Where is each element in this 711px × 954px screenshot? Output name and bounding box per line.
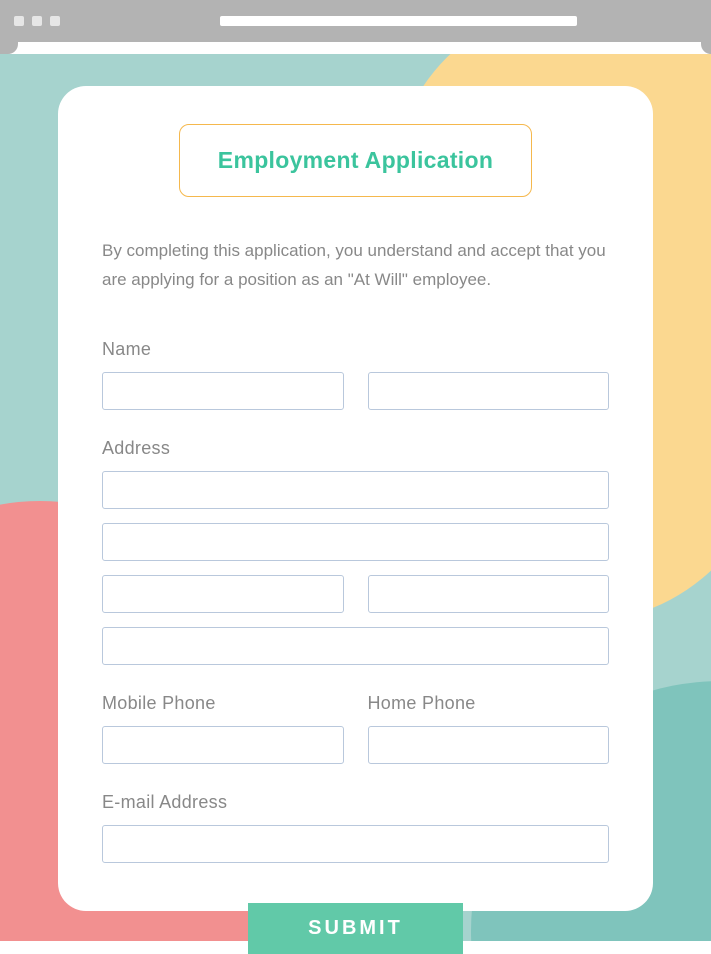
mobile-phone-input[interactable] — [102, 726, 344, 764]
address-zip-input[interactable] — [102, 627, 609, 665]
first-name-input[interactable] — [102, 372, 344, 410]
application-form-card: Employment Application By completing thi… — [58, 86, 653, 911]
email-field-group: E-mail Address — [102, 792, 609, 863]
email-input[interactable] — [102, 825, 609, 863]
title-container: Employment Application — [179, 124, 532, 197]
name-label: Name — [102, 339, 609, 360]
email-label: E-mail Address — [102, 792, 609, 813]
browser-title-bar — [0, 0, 711, 42]
submit-button[interactable]: SUBMIT — [248, 903, 463, 954]
window-control-dot[interactable] — [50, 16, 60, 26]
address-city-input[interactable] — [102, 575, 344, 613]
home-phone-input[interactable] — [368, 726, 610, 764]
address-line1-input[interactable] — [102, 471, 609, 509]
address-state-input[interactable] — [368, 575, 610, 613]
browser-tab-bar — [0, 42, 711, 54]
home-phone-label: Home Phone — [368, 693, 610, 714]
form-title: Employment Application — [218, 147, 493, 174]
address-line2-input[interactable] — [102, 523, 609, 561]
browser-url-bar[interactable] — [220, 16, 577, 26]
window-control-dot[interactable] — [32, 16, 42, 26]
address-field-group: Address — [102, 438, 609, 665]
address-label: Address — [102, 438, 609, 459]
intro-text: By completing this application, you unde… — [102, 237, 609, 295]
mobile-phone-label: Mobile Phone — [102, 693, 344, 714]
window-control-dot[interactable] — [14, 16, 24, 26]
last-name-input[interactable] — [368, 372, 610, 410]
phone-field-group: Mobile Phone Home Phone — [102, 693, 609, 764]
name-field-group: Name — [102, 339, 609, 410]
window-controls — [14, 16, 60, 26]
